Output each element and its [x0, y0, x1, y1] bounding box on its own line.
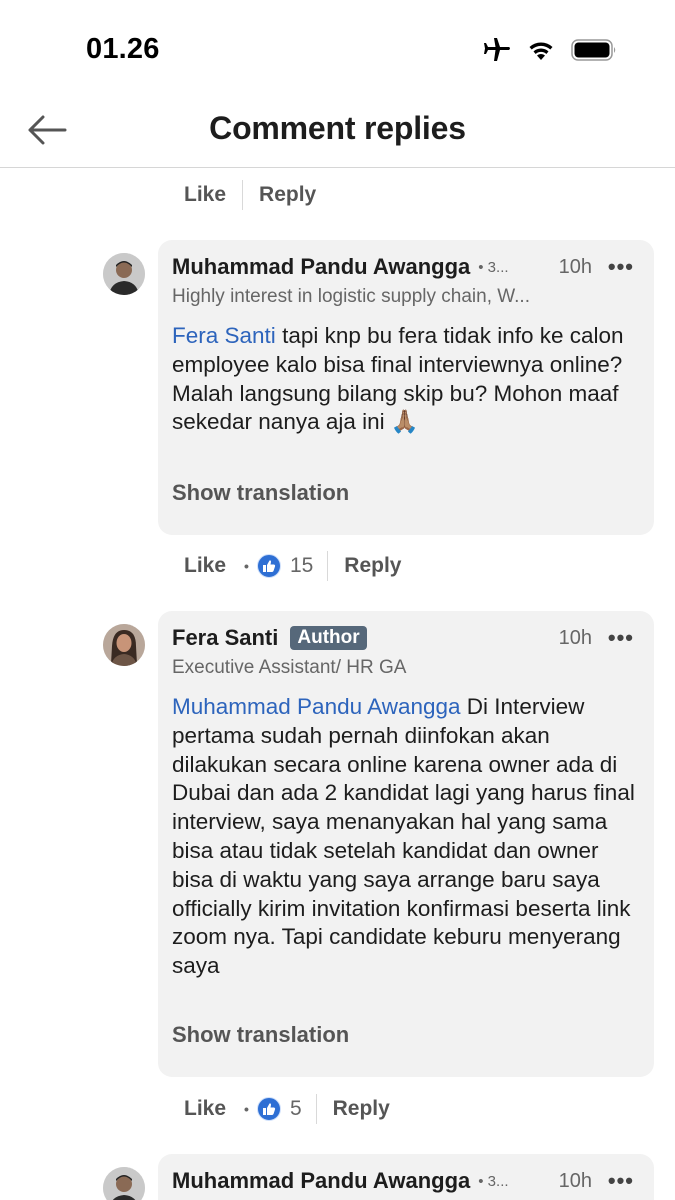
more-options-icon[interactable]: ••• — [608, 625, 634, 651]
status-icons — [481, 37, 617, 63]
author-badge: Author — [290, 626, 367, 650]
author-name: Muhammad Pandu Awangga — [172, 1168, 471, 1193]
author-headline: Executive Assistant/ HR GA — [172, 657, 407, 678]
comment-bubble: Muhammad Pandu Awangga • 3... 10h ••• Hig… — [158, 240, 654, 535]
comment-header: Fera Santi Author 10h ••• — [172, 625, 640, 655]
divider — [327, 551, 329, 581]
author-name: Fera Santi — [172, 625, 279, 650]
thumbs-up-icon — [256, 1097, 281, 1121]
comment-time: 10h — [558, 1170, 592, 1192]
more-options-icon[interactable]: ••• — [608, 1168, 634, 1194]
comment-body: Di Interview pertama sudah pernah diinfo… — [172, 694, 635, 979]
divider — [242, 180, 244, 210]
comment-author[interactable]: Muhammad Pandu Awangga • 3... — [172, 1168, 509, 1194]
show-translation-button[interactable]: Show translation — [172, 480, 349, 506]
reply-button[interactable]: Reply — [247, 183, 328, 207]
divider — [315, 1094, 317, 1124]
like-button[interactable]: Like — [172, 183, 238, 207]
comment-time: 10h — [558, 627, 592, 649]
status-bar: 01.26 — [0, 0, 675, 100]
avatar[interactable] — [103, 1167, 145, 1200]
author-name: Muhammad Pandu Awangga — [172, 254, 471, 279]
page-title: Comment replies — [209, 110, 466, 146]
comment-time: 10h — [558, 256, 592, 278]
comment-actions: Like • 5 Reply — [172, 1089, 402, 1129]
comment-text: Muhammad Pandu Awangga Di Interview pert… — [172, 693, 642, 981]
status-time: 01.26 — [86, 33, 160, 65]
separator-dot: • — [244, 1101, 249, 1117]
comment-actions: Like • 15 Reply — [172, 546, 413, 586]
more-options-icon[interactable]: ••• — [608, 254, 634, 280]
like-count: 15 — [289, 554, 314, 577]
comment-header: Muhammad Pandu Awangga • 3... 10h ••• — [172, 1168, 640, 1198]
like-count: 5 — [289, 1097, 302, 1120]
connection-degree: • 3... — [478, 259, 509, 276]
author-headline: Highly interest in logistic supply chain… — [172, 286, 530, 307]
mention-link[interactable]: Muhammad Pandu Awangga — [172, 694, 461, 719]
comment-author[interactable]: Muhammad Pandu Awangga • 3... — [172, 254, 509, 280]
connection-degree: • 3... — [478, 1173, 509, 1190]
reaction-count[interactable]: 15 — [256, 554, 323, 578]
battery-icon — [571, 39, 616, 61]
parent-comment-actions: Like Reply — [172, 175, 328, 215]
reaction-count[interactable]: 5 — [256, 1097, 312, 1121]
show-translation-button[interactable]: Show translation — [172, 1022, 349, 1048]
thumbs-up-icon — [256, 554, 281, 578]
mention-link[interactable]: Fera Santi — [172, 323, 276, 348]
comment-header: Muhammad Pandu Awangga • 3... 10h ••• — [172, 254, 640, 284]
comment-bubble: Muhammad Pandu Awangga • 3... 10h ••• — [158, 1154, 654, 1200]
reply-button[interactable]: Reply — [332, 554, 413, 578]
avatar[interactable] — [103, 253, 145, 295]
like-button[interactable]: Like — [172, 1097, 238, 1121]
comment-author[interactable]: Fera Santi Author — [172, 625, 367, 652]
separator-dot: • — [244, 558, 249, 574]
avatar[interactable] — [103, 624, 145, 666]
comment-bubble: Fera Santi Author 10h ••• Executive Assis… — [158, 611, 654, 1077]
wifi-icon — [529, 42, 553, 60]
comment-text: Fera Santi tapi knp bu fera tidak info k… — [172, 322, 642, 437]
reply-button[interactable]: Reply — [321, 1097, 402, 1121]
top-header: Comment replies — [0, 100, 675, 168]
airplane-icon — [484, 38, 510, 61]
like-button[interactable]: Like — [172, 554, 238, 578]
